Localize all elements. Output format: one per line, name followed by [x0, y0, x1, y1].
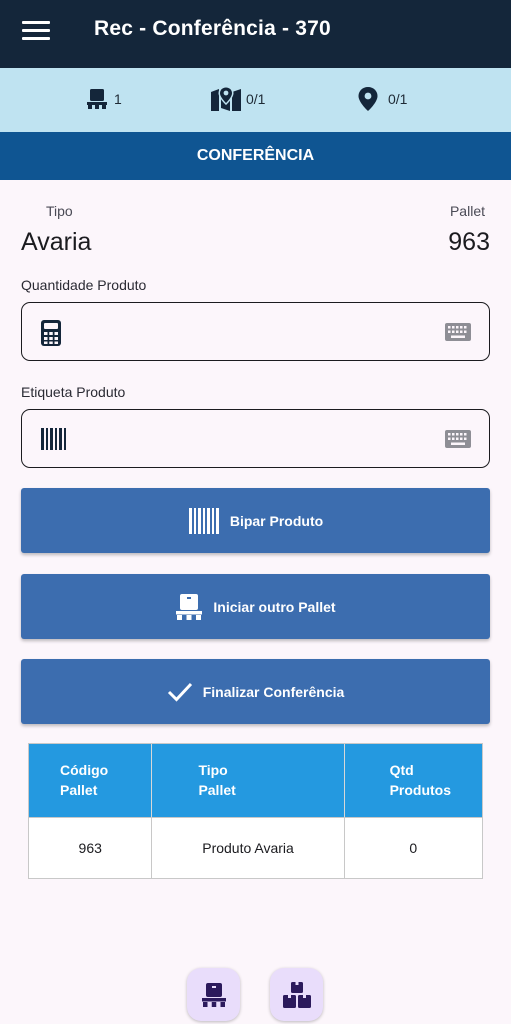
pallet-icon — [87, 89, 107, 109]
column-header: Código Pallet — [29, 744, 153, 817]
stat-pallets-value: 1 — [114, 91, 122, 107]
etiqueta-label: Etiqueta Produto — [21, 384, 126, 400]
check-icon — [167, 682, 192, 702]
stat-location: 0/1 — [357, 85, 407, 113]
table-row[interactable]: 963 Produto Avaria 0 — [29, 817, 482, 878]
iniciar-pallet-button[interactable]: Iniciar outro Pallet — [21, 574, 490, 639]
etiqueta-field[interactable] — [21, 409, 490, 468]
pallet-icon — [176, 593, 203, 620]
pallet-label: Pallet — [449, 203, 485, 219]
keyboard-icon[interactable] — [445, 430, 471, 448]
quantidade-input[interactable] — [82, 313, 422, 351]
bipar-produto-label: Bipar Produto — [229, 512, 324, 529]
column-header: Tipo Pallet — [152, 744, 345, 817]
menu-icon[interactable] — [22, 21, 50, 43]
pallet-icon — [201, 982, 226, 1007]
tipo-label: Tipo — [46, 203, 73, 219]
pallet-value: 963 — [448, 228, 490, 256]
keyboard-icon[interactable] — [445, 323, 471, 341]
cell-codigo: 963 — [29, 818, 153, 878]
app-bar: Rec - Conferência - 370 — [0, 0, 511, 68]
column-header: Qtd Produtos — [389, 762, 452, 798]
cell-qtd: 0 — [409, 840, 418, 856]
barcode-icon — [188, 507, 219, 534]
quantidade-label: Quantidade Produto — [21, 277, 147, 293]
bipar-produto-button[interactable]: Bipar Produto — [21, 488, 490, 553]
stat-location-value: 0/1 — [388, 91, 408, 107]
table-header: Código Pallet Tipo Pallet Qtd Produtos — [29, 744, 482, 817]
map-marker-icon — [211, 86, 241, 111]
tipo-value: Avaria — [21, 228, 92, 256]
stats-bar: 1 0/1 0/1 — [0, 68, 511, 132]
location-pin-icon — [358, 87, 378, 111]
boxes-icon — [282, 981, 311, 1008]
etiqueta-input[interactable] — [82, 420, 422, 458]
barcode-icon — [41, 428, 66, 450]
iniciar-pallet-label: Iniciar outro Pallet — [213, 598, 336, 615]
pallet-fab-button[interactable] — [187, 968, 240, 1021]
quantidade-field[interactable] — [21, 302, 490, 361]
cell-tipo: Produto Avaria — [152, 818, 345, 878]
stat-map: 0/1 — [210, 85, 265, 113]
section-header: CONFERÊNCIA — [0, 132, 511, 180]
pallet-table: Código Pallet Tipo Pallet Qtd Produtos 9… — [28, 743, 483, 879]
section-title: CONFERÊNCIA — [196, 147, 315, 164]
stat-pallets: 1 — [86, 85, 122, 113]
page-title: Rec - Conferência - 370 — [94, 17, 331, 40]
boxes-fab-button[interactable] — [270, 968, 323, 1021]
stat-map-value: 0/1 — [246, 91, 266, 107]
calculator-icon — [41, 320, 61, 346]
finalizar-conferencia-button[interactable]: Finalizar Conferência — [21, 659, 490, 724]
finalizar-conferencia-label: Finalizar Conferência — [202, 683, 345, 700]
